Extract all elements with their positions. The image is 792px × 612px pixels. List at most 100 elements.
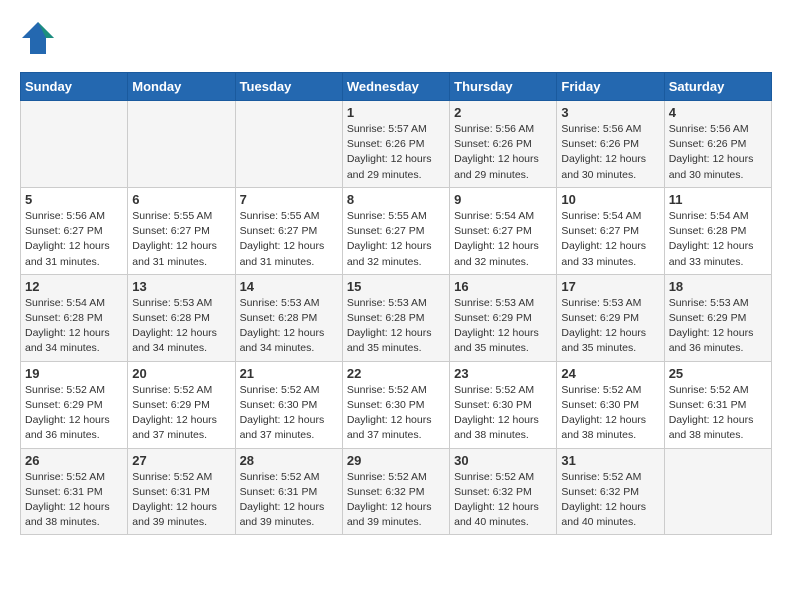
day-number: 23 [454,366,552,381]
day-info: Sunrise: 5:53 AM Sunset: 6:28 PM Dayligh… [347,296,445,357]
day-info: Sunrise: 5:53 AM Sunset: 6:29 PM Dayligh… [454,296,552,357]
day-cell: 12Sunrise: 5:54 AM Sunset: 6:28 PM Dayli… [21,274,128,361]
day-number: 17 [561,279,659,294]
day-cell: 21 Sunrise: 5:52 AM Sunset: 6:30 PM Dayli… [235,361,342,448]
day-cell: 7 Sunrise: 5:55 AM Sunset: 6:27 PM Daylig… [235,187,342,274]
day-cell: 18Sunrise: 5:53 AM Sunset: 6:29 PM Dayli… [664,274,771,361]
day-info: Sunrise: 5:54 AM Sunset: 6:27 PM Dayligh… [454,209,552,270]
day-cell: 22 Sunrise: 5:52 AM Sunset: 6:30 PM Dayli… [342,361,449,448]
day-info: Sunrise: 5:56 AM Sunset: 6:27 PM Dayligh… [25,209,123,270]
day-number: 4 [669,105,767,120]
week-row-4: 19Sunrise: 5:52 AM Sunset: 6:29 PM Dayli… [21,361,772,448]
day-number: 15 [347,279,445,294]
day-cell: 28 Sunrise: 5:52 AM Sunset: 6:31 PM Dayli… [235,448,342,535]
day-cell: 16 Sunrise: 5:53 AM Sunset: 6:29 PM Dayli… [450,274,557,361]
day-number: 21 [240,366,338,381]
day-cell: 15 Sunrise: 5:53 AM Sunset: 6:28 PM Dayli… [342,274,449,361]
day-info: Sunrise: 5:53 AM Sunset: 6:28 PM Dayligh… [240,296,338,357]
header-cell-saturday: Saturday [664,73,771,101]
day-cell: 20 Sunrise: 5:52 AM Sunset: 6:29 PM Dayli… [128,361,235,448]
day-info: Sunrise: 5:57 AM Sunset: 6:26 PM Dayligh… [347,122,445,183]
day-cell: 2 Sunrise: 5:56 AM Sunset: 6:26 PM Daylig… [450,101,557,188]
week-row-2: 5 Sunrise: 5:56 AM Sunset: 6:27 PM Daylig… [21,187,772,274]
day-number: 14 [240,279,338,294]
day-cell: 30 Sunrise: 5:52 AM Sunset: 6:32 PM Dayli… [450,448,557,535]
day-cell [664,448,771,535]
day-cell: 9 Sunrise: 5:54 AM Sunset: 6:27 PM Daylig… [450,187,557,274]
day-number: 29 [347,453,445,468]
day-info: Sunrise: 5:53 AM Sunset: 6:29 PM Dayligh… [561,296,659,357]
day-cell: 11 Sunrise: 5:54 AM Sunset: 6:28 PM Dayli… [664,187,771,274]
day-number: 5 [25,192,123,207]
day-info: Sunrise: 5:56 AM Sunset: 6:26 PM Dayligh… [669,122,767,183]
day-info: Sunrise: 5:56 AM Sunset: 6:26 PM Dayligh… [561,122,659,183]
day-number: 22 [347,366,445,381]
day-cell: 14 Sunrise: 5:53 AM Sunset: 6:28 PM Dayli… [235,274,342,361]
day-cell: 13 Sunrise: 5:53 AM Sunset: 6:28 PM Dayli… [128,274,235,361]
day-info: Sunrise: 5:56 AM Sunset: 6:26 PM Dayligh… [454,122,552,183]
day-cell [21,101,128,188]
day-info: Sunrise: 5:52 AM Sunset: 6:30 PM Dayligh… [240,383,338,444]
day-number: 3 [561,105,659,120]
day-cell: 25Sunrise: 5:52 AM Sunset: 6:31 PM Dayli… [664,361,771,448]
day-number: 13 [132,279,230,294]
day-cell: 4 Sunrise: 5:56 AM Sunset: 6:26 PM Daylig… [664,101,771,188]
day-info: Sunrise: 5:52 AM Sunset: 6:32 PM Dayligh… [347,470,445,531]
day-number: 8 [347,192,445,207]
day-cell: 23 Sunrise: 5:52 AM Sunset: 6:30 PM Dayli… [450,361,557,448]
day-info: Sunrise: 5:52 AM Sunset: 6:31 PM Dayligh… [669,383,767,444]
day-number: 11 [669,192,767,207]
day-info: Sunrise: 5:52 AM Sunset: 6:29 PM Dayligh… [132,383,230,444]
day-info: Sunrise: 5:52 AM Sunset: 6:31 PM Dayligh… [240,470,338,531]
day-number: 30 [454,453,552,468]
day-info: Sunrise: 5:53 AM Sunset: 6:29 PM Dayligh… [669,296,767,357]
header-cell-monday: Monday [128,73,235,101]
day-cell [235,101,342,188]
day-number: 16 [454,279,552,294]
day-info: Sunrise: 5:54 AM Sunset: 6:28 PM Dayligh… [25,296,123,357]
day-info: Sunrise: 5:52 AM Sunset: 6:29 PM Dayligh… [25,383,123,444]
day-number: 26 [25,453,123,468]
week-row-1: 1 Sunrise: 5:57 AM Sunset: 6:26 PM Daylig… [21,101,772,188]
day-cell: 31Sunrise: 5:52 AM Sunset: 6:32 PM Dayli… [557,448,664,535]
day-info: Sunrise: 5:52 AM Sunset: 6:31 PM Dayligh… [132,470,230,531]
day-info: Sunrise: 5:52 AM Sunset: 6:30 PM Dayligh… [347,383,445,444]
day-cell: 19Sunrise: 5:52 AM Sunset: 6:29 PM Dayli… [21,361,128,448]
day-info: Sunrise: 5:54 AM Sunset: 6:28 PM Dayligh… [669,209,767,270]
day-info: Sunrise: 5:52 AM Sunset: 6:32 PM Dayligh… [561,470,659,531]
day-cell: 24Sunrise: 5:52 AM Sunset: 6:30 PM Dayli… [557,361,664,448]
day-number: 28 [240,453,338,468]
day-info: Sunrise: 5:55 AM Sunset: 6:27 PM Dayligh… [240,209,338,270]
day-number: 20 [132,366,230,381]
week-row-5: 26 Sunrise: 5:52 AM Sunset: 6:31 PM Dayli… [21,448,772,535]
header-cell-friday: Friday [557,73,664,101]
day-number: 7 [240,192,338,207]
day-cell: 6Sunrise: 5:55 AM Sunset: 6:27 PM Daylig… [128,187,235,274]
day-info: Sunrise: 5:52 AM Sunset: 6:30 PM Dayligh… [454,383,552,444]
day-cell [128,101,235,188]
logo [20,20,60,56]
day-number: 2 [454,105,552,120]
header-row: SundayMondayTuesdayWednesdayThursdayFrid… [21,73,772,101]
day-number: 6 [132,192,230,207]
day-info: Sunrise: 5:52 AM Sunset: 6:32 PM Dayligh… [454,470,552,531]
day-info: Sunrise: 5:54 AM Sunset: 6:27 PM Dayligh… [561,209,659,270]
day-cell: 1 Sunrise: 5:57 AM Sunset: 6:26 PM Daylig… [342,101,449,188]
day-number: 9 [454,192,552,207]
day-number: 24 [561,366,659,381]
calendar-table: SundayMondayTuesdayWednesdayThursdayFrid… [20,72,772,535]
day-info: Sunrise: 5:52 AM Sunset: 6:31 PM Dayligh… [25,470,123,531]
day-cell: 26 Sunrise: 5:52 AM Sunset: 6:31 PM Dayli… [21,448,128,535]
day-cell: 17 Sunrise: 5:53 AM Sunset: 6:29 PM Dayli… [557,274,664,361]
week-row-3: 12Sunrise: 5:54 AM Sunset: 6:28 PM Dayli… [21,274,772,361]
day-cell: 10Sunrise: 5:54 AM Sunset: 6:27 PM Dayli… [557,187,664,274]
day-info: Sunrise: 5:53 AM Sunset: 6:28 PM Dayligh… [132,296,230,357]
header-cell-thursday: Thursday [450,73,557,101]
day-cell: 27Sunrise: 5:52 AM Sunset: 6:31 PM Dayli… [128,448,235,535]
day-number: 1 [347,105,445,120]
day-cell: 5 Sunrise: 5:56 AM Sunset: 6:27 PM Daylig… [21,187,128,274]
header-cell-tuesday: Tuesday [235,73,342,101]
day-cell: 3 Sunrise: 5:56 AM Sunset: 6:26 PM Daylig… [557,101,664,188]
header-cell-sunday: Sunday [21,73,128,101]
day-cell: 8Sunrise: 5:55 AM Sunset: 6:27 PM Daylig… [342,187,449,274]
